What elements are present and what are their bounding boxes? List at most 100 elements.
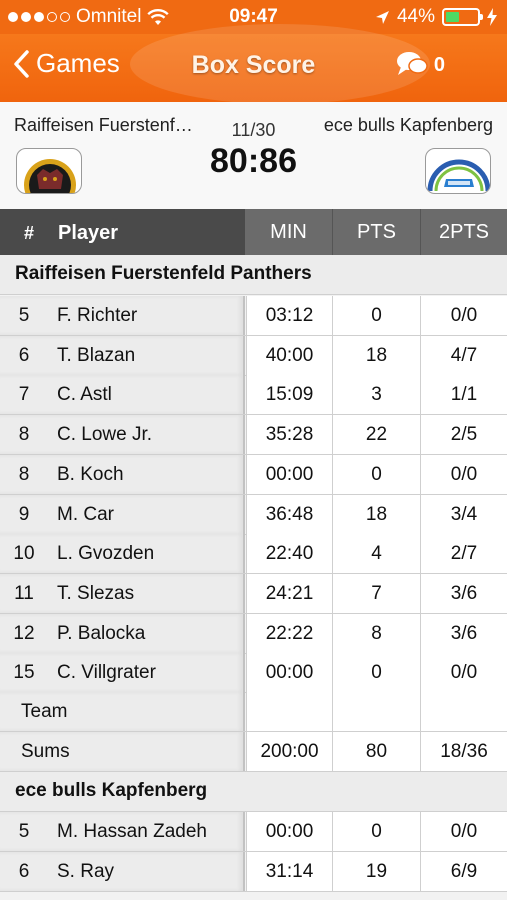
player-row[interactable]: 9 M. Car 36:48 18 3/4 — [0, 494, 507, 535]
player-2pts: 2/5 — [420, 415, 507, 455]
player-number: 9 — [18, 503, 30, 525]
player-min: 24:21 — [246, 573, 332, 613]
pts-column-header[interactable]: PTS — [332, 209, 420, 255]
player-2pts: 3/6 — [420, 613, 507, 653]
player-pts: 18 — [332, 335, 420, 375]
comment-count: 0 — [433, 54, 445, 76]
player-number: 11 — [14, 582, 34, 604]
location-arrow-icon — [375, 10, 389, 24]
player-row[interactable]: 5 F. Richter 03:12 0 0/0 — [0, 296, 507, 336]
player-number: 10 — [13, 543, 35, 565]
player-name[interactable]: S. Ray — [57, 861, 114, 883]
player-pts: 0 — [332, 454, 420, 494]
player-name[interactable]: T. Slezas — [57, 583, 134, 605]
player-number: 7 — [18, 384, 30, 406]
player-name[interactable]: C. Villgrater — [57, 662, 156, 684]
player-min: 03:12 — [246, 296, 332, 335]
player-pts: 0 — [332, 653, 420, 693]
player-number: 6 — [18, 344, 30, 366]
player-min: 00:00 — [246, 812, 332, 851]
player-name[interactable]: B. Koch — [57, 464, 124, 486]
table-header: # Player MIN PTS 2PTS — [0, 209, 507, 255]
player-name[interactable]: T. Blazan — [57, 345, 135, 367]
player-min: 22:22 — [246, 613, 332, 653]
player-row[interactable]: 6 T. Blazan 40:00 18 4/7 — [0, 335, 507, 376]
player-pts: 7 — [332, 573, 420, 613]
team-row-min — [246, 692, 332, 731]
team-row: Team — [0, 692, 507, 732]
player-row[interactable]: 11 T. Slezas 24:21 7 3/6 — [0, 573, 507, 614]
player-name[interactable]: L. Gvozden — [57, 543, 154, 565]
player-pts: 19 — [332, 851, 420, 891]
home-team-logo[interactable] — [16, 148, 82, 194]
player-pts: 0 — [332, 812, 420, 851]
player-2pts: 3/6 — [420, 573, 507, 613]
away-team-section-title: ece bulls Kapfenberg — [0, 772, 507, 812]
away-team-name[interactable]: ece bulls Kapfenberg — [308, 115, 493, 136]
player-row[interactable]: 10 L. Gvozden 22:40 4 2/7 — [0, 534, 507, 575]
player-row[interactable]: 15 C. Villgrater 00:00 0 0/0 — [0, 653, 507, 694]
player-number: 15 — [13, 662, 35, 684]
sums-row-min: 200:00 — [246, 732, 332, 771]
player-2pts: 0/0 — [420, 296, 507, 335]
player-row[interactable]: 12 P. Balocka 22:22 8 3/6 — [0, 613, 507, 654]
player-2pts: 0/0 — [420, 812, 507, 851]
player-min: 35:28 — [246, 415, 332, 455]
player-pts: 4 — [332, 534, 420, 574]
home-team-section-title: Raiffeisen Fuerstenfeld Panthers — [0, 255, 507, 295]
player-row[interactable]: 8 B. Koch 00:00 0 0/0 — [0, 454, 507, 495]
page-title: Box Score — [191, 51, 316, 79]
team-row-pts — [332, 692, 420, 731]
player-name[interactable]: C. Lowe Jr. — [57, 424, 152, 446]
player-min: 40:00 — [246, 335, 332, 375]
player-pts: 3 — [332, 375, 420, 415]
player-name[interactable]: P. Balocka — [57, 623, 145, 645]
battery-icon — [442, 8, 483, 26]
sums-row-pts: 80 — [332, 732, 420, 771]
number-column-header: # — [24, 223, 35, 243]
player-min: 00:00 — [246, 653, 332, 693]
player-name[interactable]: C. Astl — [57, 384, 112, 406]
player-2pts: 6/9 — [420, 851, 507, 891]
player-row[interactable]: 7 C. Astl 15:09 3 1/1 — [0, 375, 507, 416]
team-row-2pts — [420, 692, 507, 731]
sums-row: Sums 200:00 80 18/36 — [0, 732, 507, 772]
match-header: Raiffeisen Fuerstenfeld Panthers 11/30 e… — [0, 102, 507, 209]
chat-bubbles-icon — [397, 52, 428, 75]
player-name[interactable]: M. Hassan Zadeh — [57, 821, 207, 843]
player-min: 22:40 — [246, 534, 332, 574]
sums-row-label: Sums — [21, 741, 70, 762]
player-2pts: 3/4 — [420, 494, 507, 534]
player-row[interactable]: 8 C. Lowe Jr. 35:28 22 2/5 — [0, 415, 507, 456]
player-column-header[interactable]: Player — [58, 222, 118, 245]
player-number: 8 — [18, 424, 30, 446]
player-2pts: 0/0 — [420, 454, 507, 494]
player-pts: 22 — [332, 415, 420, 455]
player-number: 12 — [13, 622, 35, 644]
player-2pts: 2/7 — [420, 534, 507, 574]
player-number: 5 — [18, 821, 30, 842]
sums-row-2pts: 18/36 — [420, 732, 507, 771]
player-min: 00:00 — [246, 454, 332, 494]
player-2pts: 1/1 — [420, 375, 507, 415]
player-name[interactable]: F. Richter — [57, 305, 137, 327]
player-number: 5 — [18, 305, 30, 326]
player-min: 15:09 — [246, 375, 332, 415]
min-column-header[interactable]: MIN — [245, 209, 332, 255]
nav-bar: Games Box Score 0 — [0, 24, 507, 104]
player-2pts: 4/7 — [420, 335, 507, 375]
player-pts: 0 — [332, 296, 420, 335]
battery-percent: 44% — [396, 6, 435, 27]
player-pts: 8 — [332, 613, 420, 653]
comments-button[interactable] — [395, 50, 429, 85]
player-row[interactable]: 5 M. Hassan Zadeh 00:00 0 0/0 — [0, 812, 507, 852]
2pts-column-header[interactable]: 2PTS — [420, 209, 507, 255]
player-2pts: 0/0 — [420, 653, 507, 693]
player-number: 8 — [18, 463, 30, 485]
player-row[interactable]: 6 S. Ray 31:14 19 6/9 — [0, 851, 507, 892]
player-min: 31:14 — [246, 851, 332, 891]
player-name[interactable]: M. Car — [57, 504, 114, 526]
charging-bolt-icon — [487, 8, 497, 26]
away-team-logo[interactable] — [425, 148, 491, 194]
team-row-label: Team — [21, 701, 68, 722]
